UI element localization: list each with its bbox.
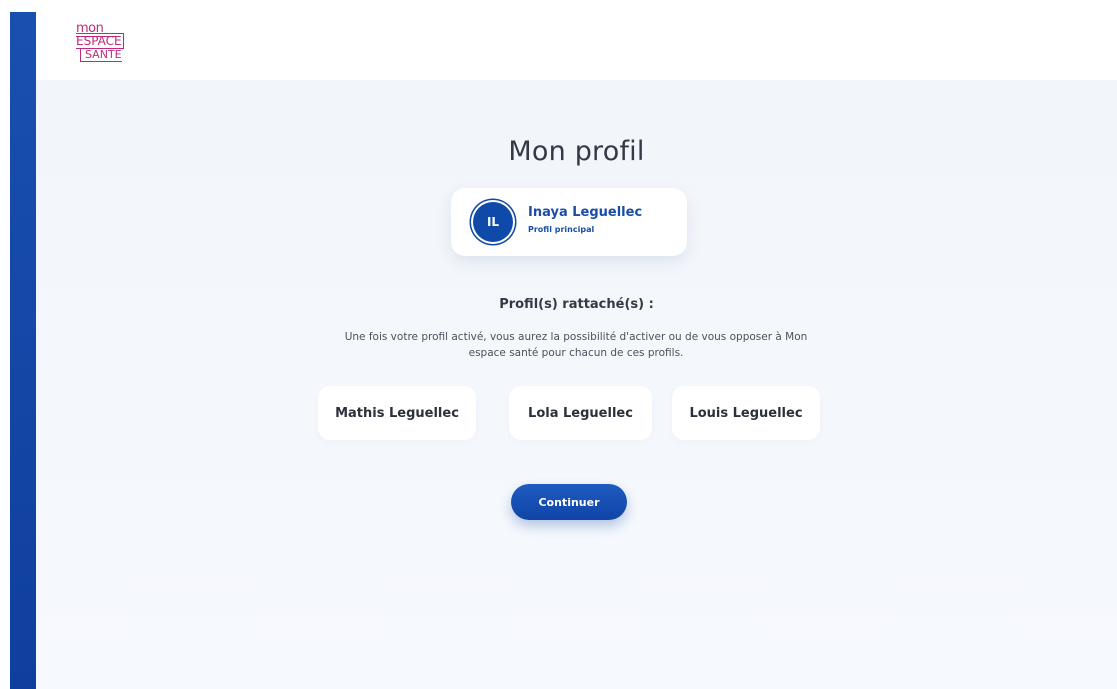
attached-profiles-heading: Profil(s) rattaché(s) : [499, 297, 654, 312]
continue-button[interactable]: Continuer [511, 484, 627, 520]
profile-role: Profil principal [528, 225, 595, 234]
attached-profile-louis[interactable]: Louis Leguellec [672, 386, 820, 440]
main-profile-card[interactable]: IL Inaya Leguellec Profil principal [451, 188, 687, 256]
attached-profile-mathis[interactable]: Mathis Leguellec [318, 386, 476, 440]
attached-profiles-description: Une fois votre profil activé, vous aurez… [344, 331, 808, 359]
attached-profile-lola[interactable]: Lola Leguellec [509, 386, 652, 440]
page-title: Mon profil [508, 136, 645, 167]
logo-line-3: SANTE [80, 48, 122, 62]
profile-name: Inaya Leguellec [528, 205, 643, 220]
logo-line-2: ESPACE [76, 33, 124, 49]
mon-espace-sante-logo[interactable]: mon ESPACE SANTE [76, 21, 138, 63]
main-content: Mon profil IL Inaya Leguellec Profil pri… [36, 80, 1117, 689]
side-bar [0, 0, 36, 689]
avatar: IL [473, 202, 513, 242]
side-stripe [10, 12, 36, 689]
header: mon ESPACE SANTE [36, 0, 1117, 80]
